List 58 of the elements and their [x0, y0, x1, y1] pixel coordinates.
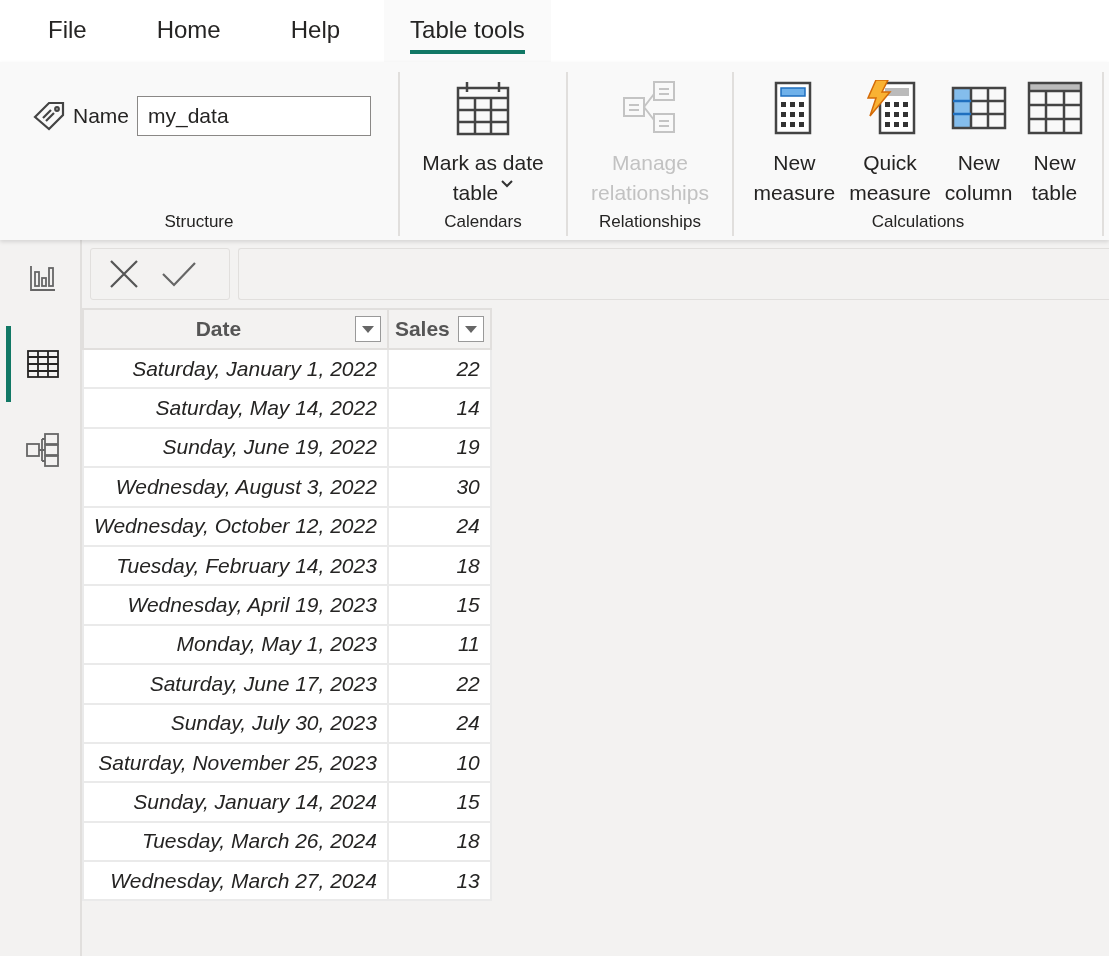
table-cell: Sunday, July 30, 2023 [83, 703, 388, 743]
name-field[interactable]: my_data [137, 96, 371, 136]
name-label: Name [73, 104, 129, 128]
group-label: Calendars [444, 212, 522, 232]
table-cell: 15 [387, 585, 491, 625]
table-icon [1026, 80, 1083, 136]
filter-button[interactable] [457, 316, 484, 342]
table-cell: Tuesday, March 26, 2024 [83, 821, 388, 862]
tag-icon [33, 101, 65, 131]
table-cell: 15 [387, 782, 491, 822]
table-cell: Sunday, June 19, 2022 [83, 427, 388, 468]
table-cell: Monday, May 1, 2023 [83, 624, 388, 665]
table-cell: 13 [387, 861, 491, 901]
table-cell: Wednesday, April 19, 2023 [83, 585, 388, 625]
table-cell: 24 [387, 506, 491, 546]
ribbon-button[interactable]: Quick measure [847, 80, 933, 208]
table-cell: 22 [387, 349, 491, 389]
table-cell: Tuesday, February 14, 2023 [83, 545, 388, 586]
table-cell: Wednesday, August 3, 2022 [83, 467, 388, 507]
table-cell: 14 [387, 388, 491, 428]
cancel-icon[interactable] [109, 259, 139, 289]
ribbon-button[interactable]: New table [1024, 80, 1085, 208]
calendar-icon [455, 80, 511, 136]
ribbon-button[interactable]: New column [942, 80, 1015, 208]
caret-icon [361, 325, 374, 333]
menu-tab[interactable]: File [26, 0, 109, 62]
table-cell: 22 [387, 664, 491, 704]
table-icon [27, 350, 59, 378]
check-icon[interactable] [161, 261, 197, 287]
menu-tab[interactable]: Table tools [384, 0, 551, 62]
table-cell: Saturday, January 1, 2022 [83, 349, 388, 389]
relationships-icon [622, 80, 678, 136]
column-header[interactable]: Sales [387, 309, 491, 349]
table-cell: Wednesday, March 27, 2024 [83, 861, 388, 901]
menu-tab[interactable]: Help [268, 0, 363, 62]
table-cell: 11 [387, 624, 491, 665]
group-label: Relationships [598, 212, 702, 232]
ribbon-button[interactable]: New measure [751, 80, 838, 208]
table-cell: 24 [387, 703, 491, 743]
caret-icon [464, 325, 477, 333]
table-cell: Saturday, November 25, 2023 [83, 742, 388, 783]
table-cell: Wednesday, October 12, 2022 [83, 506, 388, 546]
table-cell: 30 [387, 467, 491, 507]
column-header[interactable]: Date [83, 309, 388, 349]
group-label: Structure [164, 212, 234, 232]
table-cell: Saturday, June 17, 2023 [83, 664, 388, 704]
table-cell: 19 [387, 427, 491, 468]
filter-button[interactable] [354, 316, 381, 342]
table-cell: Sunday, January 14, 2024 [83, 782, 388, 822]
ribbon-button[interactable]: Mark as date table [420, 80, 546, 208]
model-icon [26, 433, 60, 467]
menu-tab[interactable]: Home [134, 0, 243, 62]
table-cell: 10 [387, 742, 491, 783]
bar-chart-icon [29, 264, 57, 292]
table-cell: 18 [387, 545, 491, 586]
table-cell: Saturday, May 14, 2022 [83, 388, 388, 428]
group-label: Calculations [871, 212, 965, 232]
table-cell: 18 [387, 821, 491, 862]
